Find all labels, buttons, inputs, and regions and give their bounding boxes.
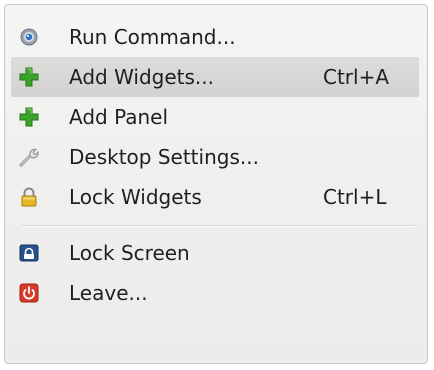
shortcut-label: Ctrl+A [323,65,390,89]
power-icon [19,283,39,303]
add-icon [19,107,39,127]
menu-item-lock-widgets[interactable]: Lock Widgets Ctrl+L [11,177,419,217]
run-command-icon [19,27,39,47]
menu-item-label: Add Widgets... [69,65,214,89]
wrench-icon [19,147,39,167]
desktop-context-menu: Run Command... Add Widgets... Ctrl+A Add… [4,4,428,364]
menu-separator [21,225,415,227]
menu-item-desktop-settings[interactable]: Desktop Settings... [11,137,419,177]
menu-item-label: Leave... [69,281,148,305]
menu-item-label: Add Panel [69,105,169,129]
menu-item-run-command[interactable]: Run Command... [11,17,419,57]
menu-item-label: Run Command... [69,25,236,49]
lock-screen-icon [19,243,39,263]
menu-item-label: Lock Widgets [69,185,202,209]
menu-item-lock-screen[interactable]: Lock Screen [11,233,419,273]
menu-item-add-widgets[interactable]: Add Widgets... Ctrl+A [11,57,419,97]
menu-item-label: Lock Screen [69,241,190,265]
padlock-icon [19,187,39,207]
menu-item-leave[interactable]: Leave... [11,273,419,313]
menu-item-add-panel[interactable]: Add Panel [11,97,419,137]
shortcut-label: Ctrl+L [323,185,387,209]
add-icon [19,67,39,87]
menu-item-label: Desktop Settings... [69,145,259,169]
